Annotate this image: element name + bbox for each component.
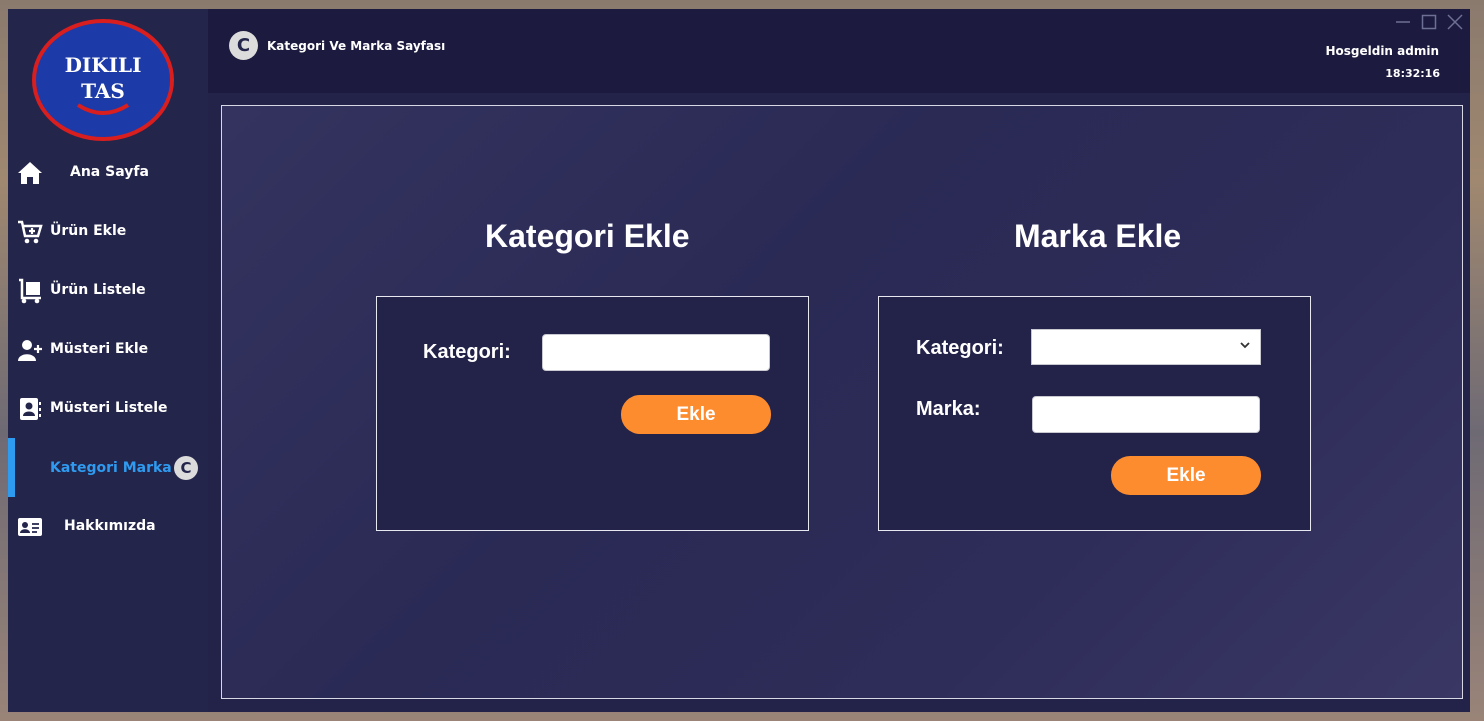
sidebar-item-label: Ana Sayfa [70,164,149,180]
logo-text-line2: TAS [81,79,125,103]
user-plus-icon [17,337,43,363]
sidebar-item-label: Müsteri Listele [50,400,168,416]
active-indicator [8,438,15,497]
sidebar-item-ana-sayfa[interactable]: Ana Sayfa [8,152,208,192]
brand-name-input[interactable] [1032,396,1260,433]
minimize-icon[interactable] [1394,13,1412,31]
clock-text: 18:32:16 [1385,67,1440,80]
sidebar-item-label: Kategori Marka [50,460,172,476]
company-logo: DIKILI TAS [30,17,176,143]
cart-plus-icon [17,219,43,245]
app-window: DIKILI TAS Ana Sayfa Ürün Ekle Ürün List… [8,9,1470,712]
id-card-icon [17,514,43,540]
c-badge-icon: C [174,456,198,480]
category-field-label: Kategori: [423,341,511,363]
contact-book-icon [17,396,43,422]
sidebar-item-kategori-marka[interactable]: Kategori Marka C [8,438,208,497]
home-icon [17,160,43,186]
category-section-title: Kategori Ekle [485,218,690,254]
add-category-button[interactable]: Ekle [621,395,771,434]
add-brand-button[interactable]: Ekle [1111,456,1261,495]
main-panel: Kategori Ekle Marka Ekle Kategori: Ekle … [221,105,1463,699]
maximize-icon[interactable] [1420,13,1438,31]
sidebar-item-urun-ekle[interactable]: Ürün Ekle [8,211,208,251]
sidebar-item-urun-listele[interactable]: Ürün Listele [8,270,208,310]
page-title: Kategori Ve Marka Sayfası [267,39,446,53]
sidebar-item-label: Ürün Listele [50,282,146,298]
page-c-icon: C [229,31,258,60]
window-controls [1394,13,1464,31]
sidebar-item-musteri-listele[interactable]: Müsteri Listele [8,388,208,428]
category-form-box: Kategori: Ekle [376,296,809,531]
sidebar-item-label: Ürün Ekle [50,223,127,239]
top-header: C Kategori Ve Marka Sayfası Hosgeldin ad… [208,9,1470,93]
category-name-input[interactable] [542,334,770,371]
welcome-text: Hosgeldin admin [1325,44,1439,58]
logo-text-line1: DIKILI [65,53,142,77]
dolly-icon [17,278,43,304]
chevron-down-icon [1240,339,1250,353]
brand-form-box: Kategori: Marka: Ekle [878,296,1311,531]
brand-section-title: Marka Ekle [1014,218,1182,254]
sidebar: DIKILI TAS Ana Sayfa Ürün Ekle Ürün List… [8,9,208,712]
sidebar-item-label: Müsteri Ekle [50,341,149,357]
sidebar-item-hakkimizda[interactable]: Hakkımızda [8,506,208,546]
close-icon[interactable] [1446,13,1464,31]
sidebar-item-label: Hakkımızda [64,518,156,534]
brand-category-select[interactable] [1031,329,1261,365]
brand-name-label: Marka: [916,398,981,420]
sidebar-item-musteri-ekle[interactable]: Müsteri Ekle [8,329,208,369]
brand-category-label: Kategori: [916,337,1004,359]
